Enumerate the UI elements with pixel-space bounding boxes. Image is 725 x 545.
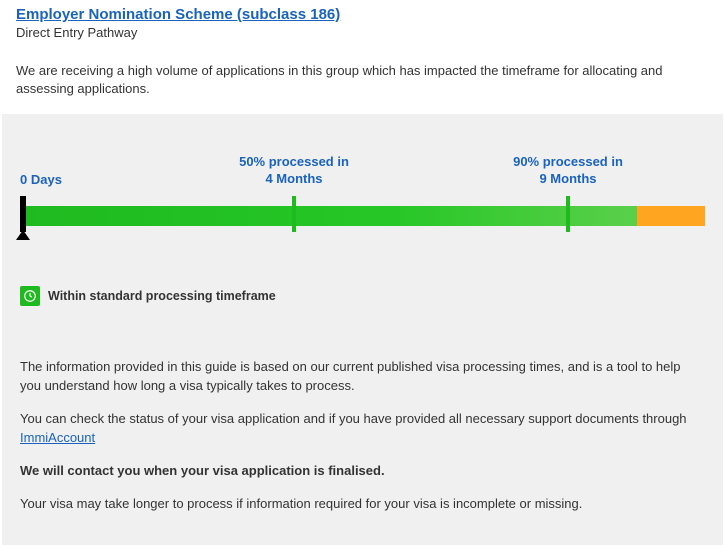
current-position-arrow [16, 230, 30, 240]
timeline-label-50-line1: 50% processed in [239, 154, 349, 170]
processing-timeline: 0 Days 50% processed in 4 Months 90% pro… [20, 154, 705, 274]
timeline-label-50: 50% processed in 4 Months [239, 154, 349, 187]
processing-panel: 0 Days 50% processed in 4 Months 90% pro… [2, 114, 723, 545]
status-text: Within standard processing timeframe [48, 289, 276, 303]
visa-title-link[interactable]: Employer Nomination Scheme (subclass 186… [16, 6, 340, 23]
info-para-3: We will contact you when your visa appli… [20, 462, 705, 481]
timeline-green-fill [20, 206, 637, 226]
info-para-4: Your visa may take longer to process if … [20, 495, 705, 514]
timeline-label-start: 0 Days [20, 172, 62, 188]
info-block: The information provided in this guide i… [20, 306, 705, 513]
status-row: Within standard processing timeframe [20, 286, 705, 306]
info-para-2-text: You can check the status of your visa ap… [20, 411, 687, 426]
clock-ok-icon [20, 286, 40, 306]
timeline-tick-start [20, 196, 26, 232]
timeline-tick-50 [292, 196, 296, 232]
timeline-label-90-line1: 90% processed in [513, 154, 623, 170]
immiaccount-link[interactable]: ImmiAccount [20, 430, 95, 445]
visa-subtitle: Direct Entry Pathway [16, 25, 709, 40]
info-para-1: The information provided in this guide i… [20, 358, 705, 396]
timeline-tick-90 [566, 196, 570, 232]
high-volume-notice: We are receiving a high volume of applic… [0, 52, 725, 114]
timeline-label-50-line2: 4 Months [239, 171, 349, 187]
info-para-2: You can check the status of your visa ap… [20, 410, 705, 448]
timeline-label-90: 90% processed in 9 Months [513, 154, 623, 187]
timeline-label-90-line2: 9 Months [513, 171, 623, 187]
